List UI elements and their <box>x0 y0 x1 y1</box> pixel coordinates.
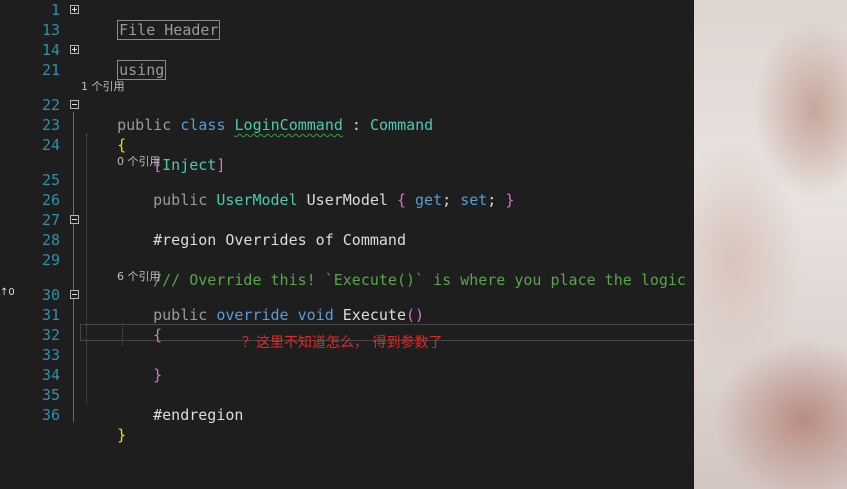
code-line: } <box>117 345 162 384</box>
code-line: [Inject] <box>117 135 225 174</box>
line-number: 33 <box>41 346 60 364</box>
line-number: 27 <box>41 211 60 229</box>
code-line: using <box>81 40 167 80</box>
line-number: 34 <box>41 366 60 384</box>
code-line: public class LoginCommand : Command <box>81 95 433 134</box>
line-number: 1 <box>50 1 60 19</box>
base-type: Command <box>370 116 434 134</box>
brace: } <box>153 366 163 384</box>
line-number: 32 <box>41 326 60 344</box>
keyword: get <box>415 191 443 209</box>
keyword: class <box>180 116 226 134</box>
punctuation: ; <box>487 191 497 209</box>
line-number: 21 <box>41 61 60 79</box>
collapsed-region-file-header[interactable]: File Header <box>117 20 221 40</box>
code-line: File Header <box>81 0 221 40</box>
collapse-icon[interactable] <box>70 215 79 224</box>
annotation-text: ？这里不知道怎么， 得到参数了 <box>242 335 443 351</box>
keyword: set <box>460 191 488 209</box>
collapse-icon[interactable] <box>70 100 79 109</box>
line-number: 35 <box>41 386 60 404</box>
region-directive: #region Overrides of Command <box>153 231 406 249</box>
method-name: Execute <box>342 306 406 324</box>
brace: { <box>153 326 163 344</box>
codelens-references[interactable]: 0 个引用 <box>117 155 161 169</box>
brace: { <box>396 191 406 209</box>
code-line: public override void Execute() <box>117 285 424 324</box>
punctuation: : <box>342 116 370 134</box>
line-number: 36 <box>41 406 60 424</box>
collapsed-region-using[interactable]: using <box>117 60 167 80</box>
codelens-references[interactable]: 6 个引用 <box>117 270 161 284</box>
codelens-references[interactable]: 1 个引用 <box>81 80 125 94</box>
endregion-directive: #endregion <box>153 406 244 424</box>
background-photo <box>694 0 847 489</box>
code-line: #endregion <box>117 385 243 424</box>
expand-icon[interactable] <box>70 45 79 54</box>
line-number: 30 <box>41 286 60 304</box>
line-number: 23 <box>41 116 60 134</box>
line-number: 28 <box>41 231 60 249</box>
code-line: } <box>81 405 126 444</box>
class-name: LoginCommand <box>234 116 343 134</box>
line-number: 14 <box>41 41 60 59</box>
line-number: 25 <box>41 171 60 189</box>
parens: () <box>406 306 425 324</box>
line-number: 24 <box>41 136 60 154</box>
line-number: 29 <box>41 251 60 269</box>
keyword: void <box>297 306 334 324</box>
collapse-icon[interactable] <box>70 290 79 299</box>
code-line: public UserModel UserModel { get; set; } <box>117 170 514 209</box>
outline-guide <box>73 112 74 422</box>
line-number: 22 <box>41 96 60 114</box>
expand-icon[interactable] <box>70 5 79 14</box>
keyword: override <box>216 306 289 324</box>
code-line: #region Overrides of Command <box>117 210 406 249</box>
line-number: 13 <box>41 21 60 39</box>
keyword: public <box>153 191 208 209</box>
reference-arrow-icon: ↑0 <box>0 287 15 298</box>
property-name: UserModel <box>306 191 388 209</box>
brace: } <box>117 426 127 444</box>
punctuation: ; <box>442 191 452 209</box>
line-number: 31 <box>41 306 60 324</box>
code-line: { <box>117 305 162 344</box>
code-line: { <box>81 115 126 154</box>
line-number: 26 <box>41 191 60 209</box>
brace: } <box>505 191 515 209</box>
type-name: UserModel <box>216 191 298 209</box>
